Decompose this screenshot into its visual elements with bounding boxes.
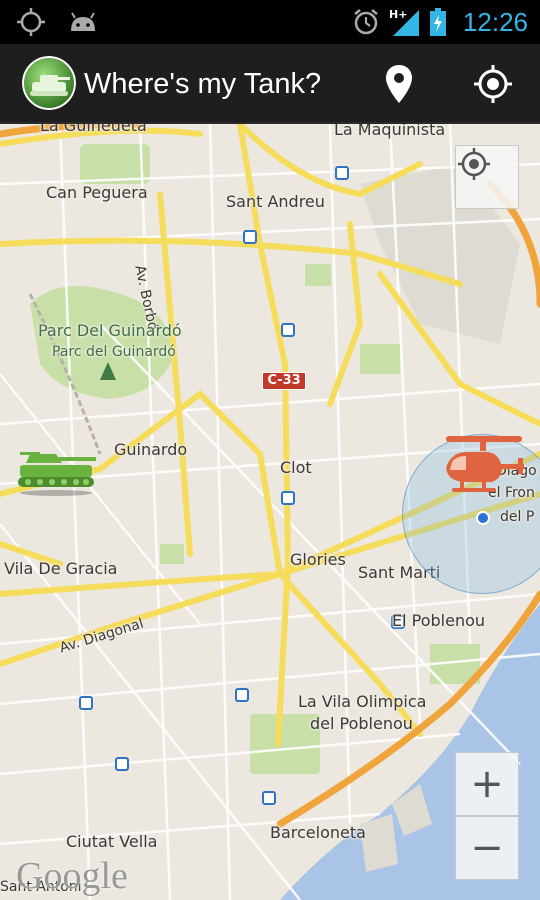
alarm-icon bbox=[354, 9, 378, 35]
signal-hplus-icon: H+ bbox=[389, 8, 419, 36]
tank-icon[interactable] bbox=[16, 449, 96, 499]
map-label: Can Peguera bbox=[46, 183, 148, 202]
my-location-action-button[interactable] bbox=[464, 56, 522, 112]
map-label: del Poblenou bbox=[310, 714, 413, 733]
android-debug-icon bbox=[71, 12, 95, 31]
zoom-in-button[interactable]: + bbox=[455, 752, 519, 816]
map-label: Sant Andreu bbox=[226, 192, 325, 211]
map-label: Parc del Guinardó bbox=[52, 344, 176, 360]
gps-icon bbox=[17, 8, 45, 36]
battery-charging-icon bbox=[429, 8, 446, 36]
zoom-in-label: + bbox=[470, 761, 504, 807]
map-label: Vila De Gracia bbox=[4, 559, 118, 578]
map-label: Clot bbox=[280, 458, 312, 477]
map-view[interactable]: C-33 La Guineueta La Maquinista Can Pegu… bbox=[0, 124, 540, 900]
my-location-button[interactable] bbox=[455, 145, 519, 209]
map-label: El Poblenou bbox=[392, 611, 486, 630]
map-label: Ciutat Vella bbox=[66, 832, 158, 851]
road-shield-c33: C-33 bbox=[262, 372, 306, 390]
map-label: La Guineueta bbox=[40, 124, 147, 135]
tank-app-icon[interactable] bbox=[22, 56, 76, 110]
my-location-dot bbox=[476, 511, 490, 525]
place-pin-button[interactable] bbox=[372, 56, 426, 112]
map-label: del P bbox=[500, 509, 535, 525]
map-label: Parc Del Guinardó bbox=[38, 321, 182, 340]
map-label: Guinardo bbox=[114, 440, 188, 459]
google-attribution: Google bbox=[16, 855, 128, 897]
map-label: La Vila Olimpica bbox=[298, 692, 427, 711]
map-label: Barceloneta bbox=[270, 823, 366, 842]
helicopter-icon[interactable] bbox=[440, 432, 526, 504]
action-bar: Where's my Tank? bbox=[0, 44, 540, 124]
clock: 12:26 bbox=[462, 6, 528, 37]
svg-text:H+: H+ bbox=[389, 8, 407, 21]
zoom-out-button[interactable]: − bbox=[455, 816, 519, 880]
status-bar: H+ 12:26 bbox=[0, 0, 540, 44]
map-pin-icon bbox=[386, 65, 412, 103]
map-label: Glories bbox=[290, 550, 346, 569]
zoom-out-label: − bbox=[470, 825, 504, 871]
crosshair-icon bbox=[458, 148, 490, 180]
app-title: Where's my Tank? bbox=[84, 68, 322, 100]
crosshair-icon bbox=[474, 65, 512, 103]
map-label: La Maquinista bbox=[334, 124, 446, 139]
